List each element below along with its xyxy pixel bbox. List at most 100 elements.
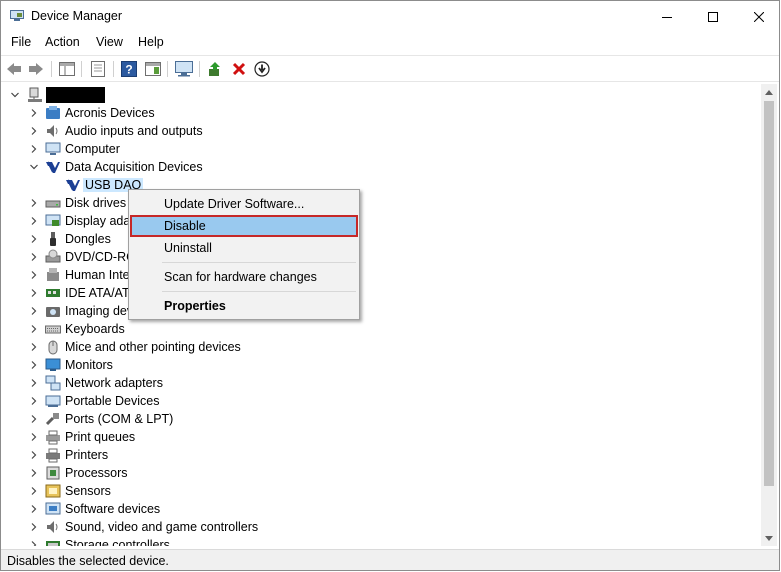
chevron-right-icon[interactable]	[29, 414, 39, 424]
scrollbar-thumb[interactable]	[764, 101, 774, 486]
chevron-right-icon[interactable]	[29, 126, 39, 136]
category-storage-controllers[interactable]: Storage controllers	[2, 536, 762, 546]
vertical-scrollbar[interactable]	[761, 84, 777, 546]
properties-toolbar-button[interactable]	[89, 60, 107, 78]
close-button[interactable]	[736, 1, 779, 32]
tree-item-label: Disk drives	[65, 196, 127, 210]
chevron-right-icon[interactable]	[29, 522, 39, 532]
forward-button[interactable]	[27, 60, 45, 78]
monitor-icon	[45, 358, 61, 371]
category-dvd-cd-rc[interactable]: DVD/CD-RC	[2, 248, 762, 266]
tree-item-label: Audio inputs and outputs	[65, 124, 203, 138]
back-arrow-icon	[7, 63, 21, 75]
category-display-adap[interactable]: Display adap	[2, 212, 762, 230]
menu-file[interactable]: File	[11, 35, 31, 49]
category-monitors[interactable]: Monitors	[2, 356, 762, 374]
scroll-up-button[interactable]	[761, 84, 777, 100]
tree-item-label: Software devices	[65, 502, 161, 516]
port-icon	[45, 413, 59, 426]
update-driver-button[interactable]	[206, 60, 224, 78]
disable-device-button[interactable]	[253, 60, 271, 78]
scan-hardware-button[interactable]	[175, 60, 193, 78]
chevron-right-icon[interactable]	[29, 270, 39, 280]
dongle-icon	[50, 232, 56, 246]
minimize-button[interactable]	[644, 1, 690, 32]
display-adapter-icon	[45, 214, 61, 226]
chevron-right-icon[interactable]	[29, 360, 39, 370]
computer-icon	[45, 142, 61, 155]
menu-action[interactable]: Action	[45, 35, 80, 49]
chevron-right-icon[interactable]	[29, 144, 39, 154]
context-menu-scan-hardware[interactable]: Scan for hardware changes	[130, 266, 358, 288]
chevron-right-icon[interactable]	[29, 108, 39, 118]
context-menu-uninstall[interactable]: Uninstall	[130, 237, 358, 259]
back-button[interactable]	[5, 60, 23, 78]
category-data-acquisition-devices[interactable]: Data Acquisition Devices	[2, 158, 762, 176]
chevron-right-icon[interactable]	[29, 288, 39, 298]
category-audio-inputs-and-outputs[interactable]: Audio inputs and outputs	[2, 122, 762, 140]
category-imaging-dev[interactable]: Imaging dev	[2, 302, 762, 320]
tree-item-label: Acronis Devices	[65, 106, 155, 120]
category-mice-and-other-pointing-devices[interactable]: Mice and other pointing devices	[2, 338, 762, 356]
daq-icon	[66, 179, 80, 191]
chevron-right-icon[interactable]	[29, 342, 39, 352]
category-network-adapters[interactable]: Network adapters	[2, 374, 762, 392]
category-sound-video-and-game-controllers[interactable]: Sound, video and game controllers	[2, 518, 762, 536]
category-printers[interactable]: Printers	[2, 446, 762, 464]
category-print-queues[interactable]: Print queues	[2, 428, 762, 446]
category-sensors[interactable]: Sensors	[2, 482, 762, 500]
chevron-right-icon[interactable]	[29, 306, 39, 316]
device-item-usb-daq[interactable]: USB DAQ	[2, 176, 762, 194]
context-menu-separator	[162, 262, 356, 263]
category-dongles[interactable]: Dongles	[2, 230, 762, 248]
maximize-button[interactable]	[690, 1, 736, 32]
tree-root[interactable]	[2, 86, 762, 104]
context-menu-separator	[162, 291, 356, 292]
category-software-devices[interactable]: Software devices	[2, 500, 762, 518]
chevron-right-icon[interactable]	[29, 432, 39, 442]
toolbar-separator	[199, 61, 200, 77]
scroll-up-arrow-icon	[765, 89, 773, 95]
category-ports-com-lpt[interactable]: Ports (COM & LPT)	[2, 410, 762, 428]
chevron-right-icon[interactable]	[29, 252, 39, 262]
chevron-right-icon[interactable]	[29, 216, 39, 226]
menu-view[interactable]: View	[96, 35, 123, 49]
chevron-right-icon[interactable]	[29, 486, 39, 496]
minimize-icon	[662, 16, 672, 18]
chevron-right-icon[interactable]	[29, 378, 39, 388]
print-queue-icon	[46, 430, 60, 445]
chevron-right-icon[interactable]	[29, 468, 39, 478]
processor-icon	[46, 466, 60, 480]
chevron-right-icon[interactable]	[29, 396, 39, 406]
category-disk-drives[interactable]: Disk drives	[2, 194, 762, 212]
category-acronis-devices[interactable]: Acronis Devices	[2, 104, 762, 122]
action-pane-button[interactable]	[144, 60, 162, 78]
category-ide-ata-ata[interactable]: IDE ATA/ATA	[2, 284, 762, 302]
menu-help[interactable]: Help	[138, 35, 164, 49]
chevron-down-icon[interactable]	[10, 90, 20, 100]
category-human-inte[interactable]: Human Inte	[2, 266, 762, 284]
tree-item-label: Mice and other pointing devices	[65, 340, 241, 354]
printer-icon	[46, 448, 60, 463]
category-computer[interactable]: Computer	[2, 140, 762, 158]
toolbar-separator	[51, 61, 52, 77]
uninstall-button[interactable]	[230, 60, 248, 78]
chevron-right-icon[interactable]	[29, 234, 39, 244]
category-portable-devices[interactable]: Portable Devices	[2, 392, 762, 410]
show-hide-console-tree-button[interactable]	[58, 60, 76, 78]
context-menu-update-driver[interactable]: Update Driver Software...	[130, 193, 358, 215]
chevron-right-icon[interactable]	[29, 504, 39, 514]
window-title: Device Manager	[31, 9, 123, 23]
chevron-right-icon[interactable]	[29, 324, 39, 334]
category-processors[interactable]: Processors	[2, 464, 762, 482]
context-menu-properties[interactable]: Properties	[130, 295, 358, 317]
help-toolbar-button[interactable]: ?	[120, 60, 138, 78]
category-keyboards[interactable]: Keyboards	[2, 320, 762, 338]
scroll-down-button[interactable]	[761, 530, 777, 546]
chevron-right-icon[interactable]	[29, 450, 39, 460]
chevron-down-icon[interactable]	[29, 162, 39, 172]
chevron-right-icon[interactable]	[29, 198, 39, 208]
chevron-right-icon[interactable]	[29, 540, 39, 546]
network-icon	[45, 375, 61, 391]
context-menu-disable[interactable]: Disable	[130, 215, 358, 237]
